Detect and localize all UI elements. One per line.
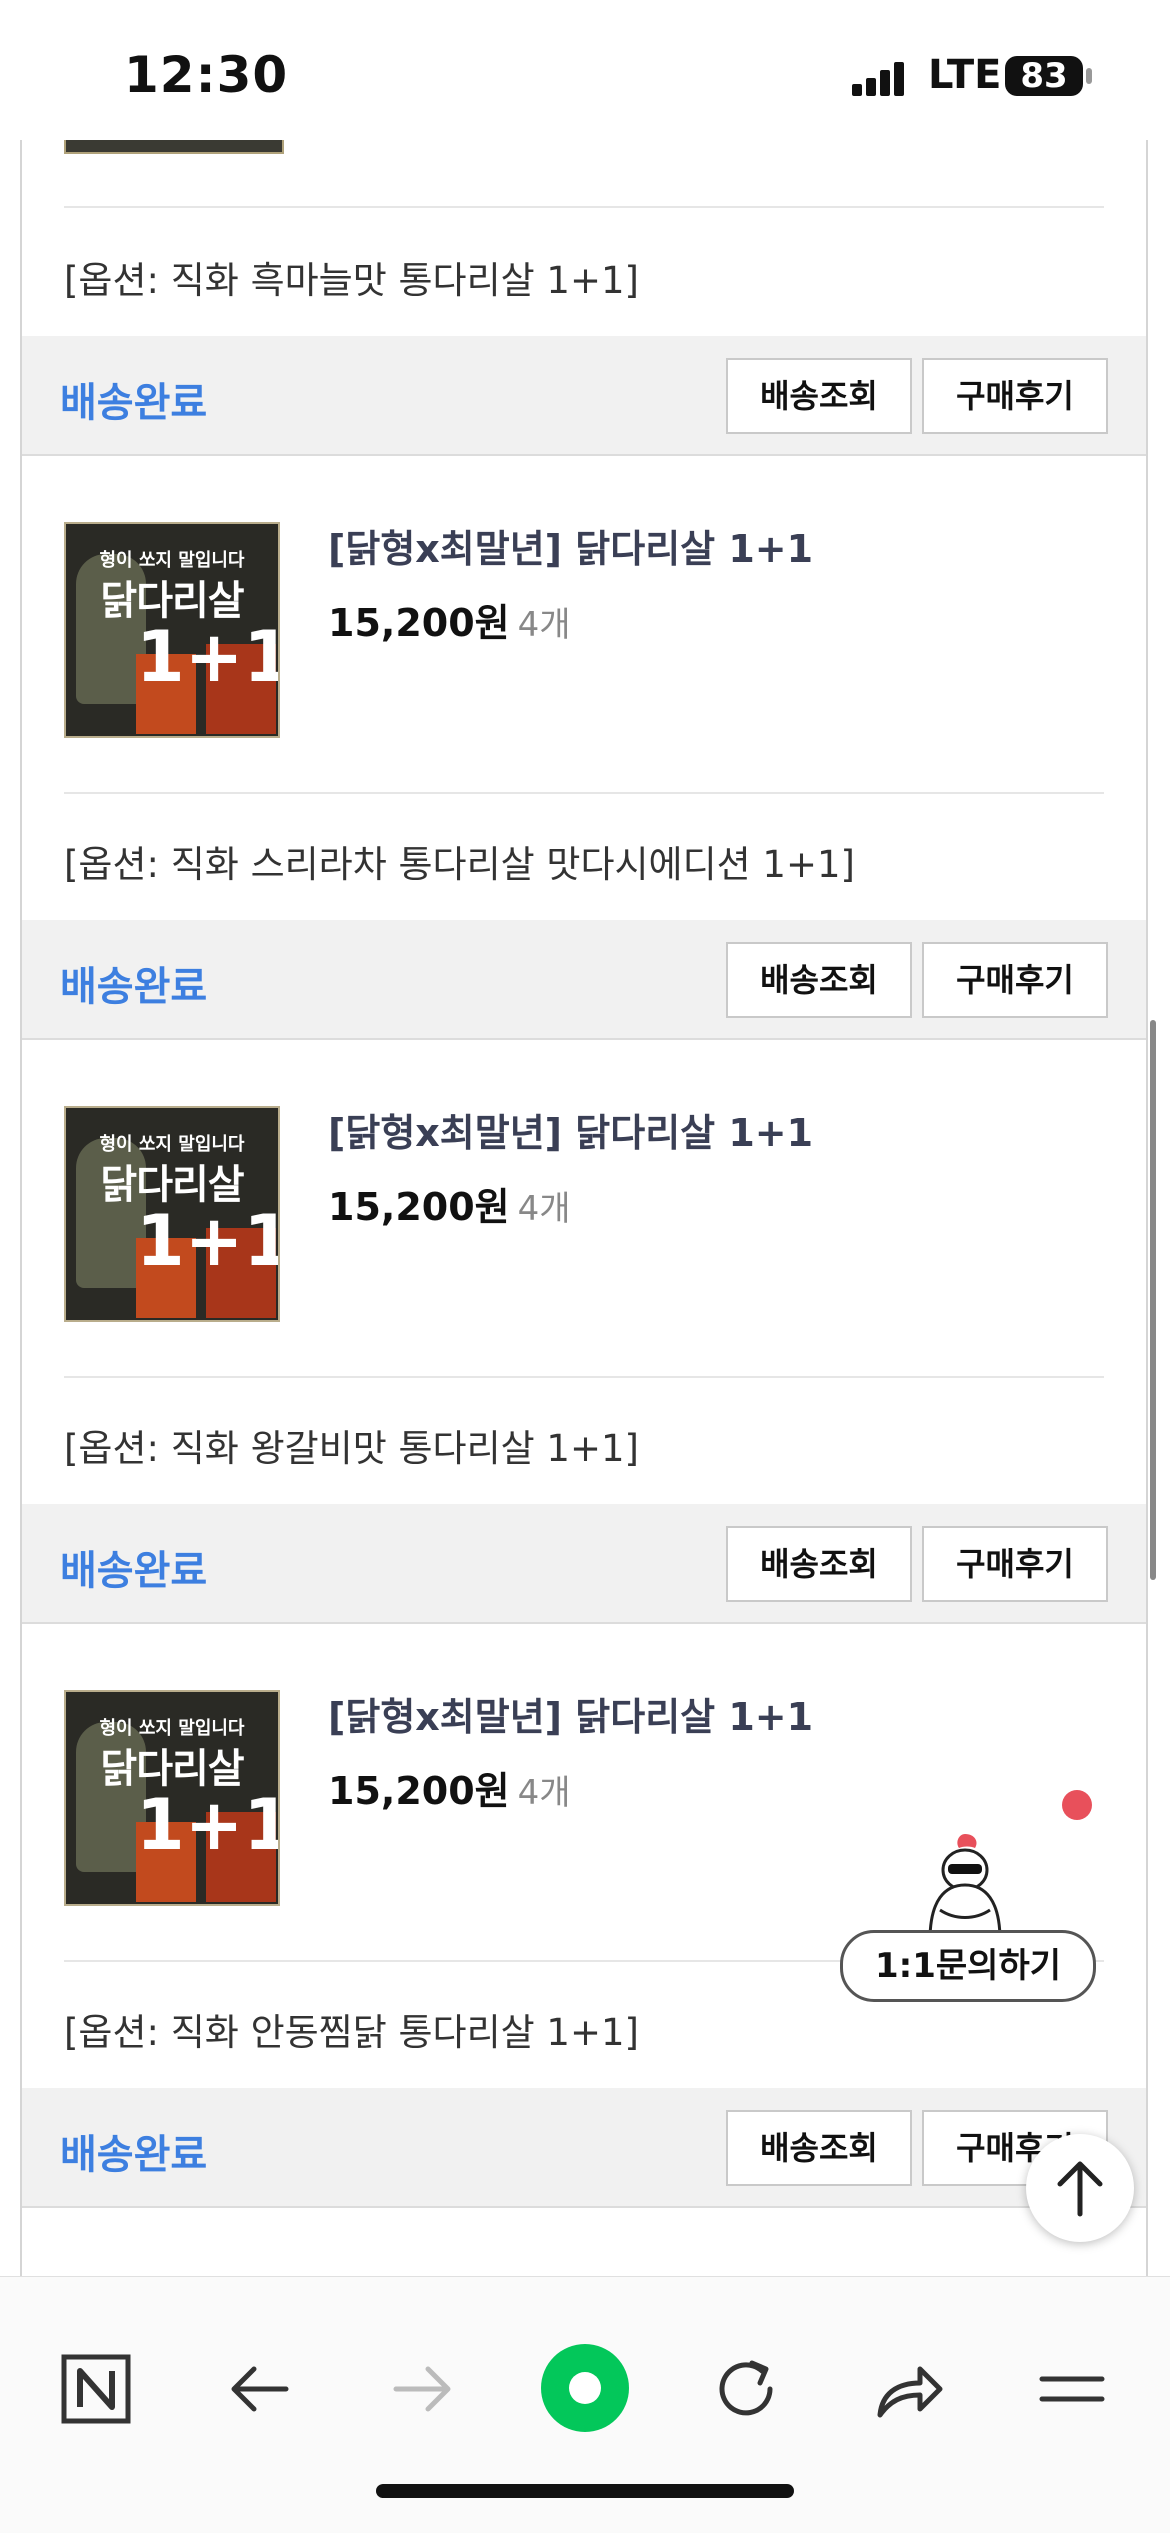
shipping-bar: 배송완료 배송조회 구매후기 (22, 1504, 1146, 1624)
track-shipment-button[interactable]: 배송조회 (726, 942, 912, 1018)
share-icon[interactable] (868, 2349, 948, 2429)
status-bar: 12:30 LTE 83 (0, 0, 1170, 140)
product-title[interactable]: [닭형x최말년] 닭다리살 1+1 (328, 1686, 813, 1741)
track-shipment-button[interactable]: 배송조회 (726, 358, 912, 434)
forward-arrow-icon[interactable] (382, 2349, 462, 2429)
product-image[interactable]: 형이 쏘지 말입니다 닭다리살 1+1 (64, 1690, 280, 1906)
battery-tip (1086, 68, 1092, 84)
write-review-button[interactable]: 구매후기 (922, 358, 1108, 434)
product-price: 15,200원 4개 (328, 1176, 571, 1231)
quantity: 4개 (517, 1189, 571, 1229)
write-review-button[interactable]: 구매후기 (922, 1526, 1108, 1602)
track-shipment-button[interactable]: 배송조회 (726, 1526, 912, 1602)
shipping-status: 배송완료 (60, 380, 208, 426)
notification-dot (1062, 1790, 1092, 1820)
product-image[interactable]: 형이 쏘지 말입니다 닭다리살 1+1 (64, 522, 280, 738)
quantity: 4개 (517, 605, 571, 645)
naver-home-icon[interactable] (56, 2349, 136, 2429)
chicken-mascot-icon (928, 1834, 1002, 1940)
arrow-up-icon (1057, 2161, 1103, 2217)
shipping-status: 배송완료 (60, 2132, 208, 2178)
signal-icon (852, 62, 904, 96)
home-indicator[interactable] (376, 2484, 794, 2498)
status-time: 12:30 (124, 46, 289, 104)
product-image-partial (64, 140, 284, 154)
divider (64, 1376, 1104, 1378)
shipping-status: 배송완료 (60, 964, 208, 1010)
shipping-bar: 배송완료 배송조회 구매후기 (22, 336, 1146, 456)
image-bigtext: 1+1 (136, 616, 280, 698)
price-value: 15,200원 (328, 601, 510, 645)
shipping-status: 배송완료 (60, 1548, 208, 1594)
divider (64, 206, 1104, 208)
inquiry-button[interactable]: 1:1문의하기 (840, 1930, 1096, 2002)
option-text: [옵션: 직화 왕갈비맛 통다리살 1+1] (64, 1427, 639, 1470)
scrollbar[interactable] (1150, 1020, 1156, 1580)
option-text: [옵션: 직화 흑마늘맛 통다리살 1+1] (64, 259, 639, 302)
price-value: 15,200원 (328, 1769, 510, 1813)
scroll-to-top-button[interactable] (1026, 2134, 1134, 2242)
track-shipment-button[interactable]: 배송조회 (726, 2110, 912, 2186)
option-text: [옵션: 직화 안동찜닭 통다리살 1+1] (64, 2011, 639, 2054)
battery-icon: 83 (1005, 56, 1083, 96)
price-value: 15,200원 (328, 1185, 510, 1229)
product-image[interactable]: 형이 쏘지 말입니다 닭다리살 1+1 (64, 1106, 280, 1322)
shipping-bar: 배송완료 배송조회 구매후기 (22, 2088, 1146, 2208)
image-bigtext: 1+1 (136, 1784, 280, 1866)
refresh-icon[interactable] (706, 2349, 786, 2429)
divider (64, 792, 1104, 794)
shipping-bar: 배송완료 배송조회 구매후기 (22, 920, 1146, 1040)
quantity: 4개 (517, 1773, 571, 1813)
product-price: 15,200원 4개 (328, 592, 571, 647)
menu-icon[interactable] (1032, 2349, 1112, 2429)
network-label: LTE (928, 52, 1002, 98)
product-title[interactable]: [닭형x최말년] 닭다리살 1+1 (328, 518, 813, 573)
option-text: [옵션: 직화 스리라차 통다리살 맛다시에디션 1+1] (64, 843, 855, 886)
green-dot-icon[interactable] (540, 2343, 630, 2433)
product-price: 15,200원 4개 (328, 1760, 571, 1815)
back-arrow-icon[interactable] (220, 2349, 300, 2429)
write-review-button[interactable]: 구매후기 (922, 942, 1108, 1018)
image-bigtext: 1+1 (136, 1200, 280, 1282)
product-title[interactable]: [닭형x최말년] 닭다리살 1+1 (328, 1102, 813, 1157)
